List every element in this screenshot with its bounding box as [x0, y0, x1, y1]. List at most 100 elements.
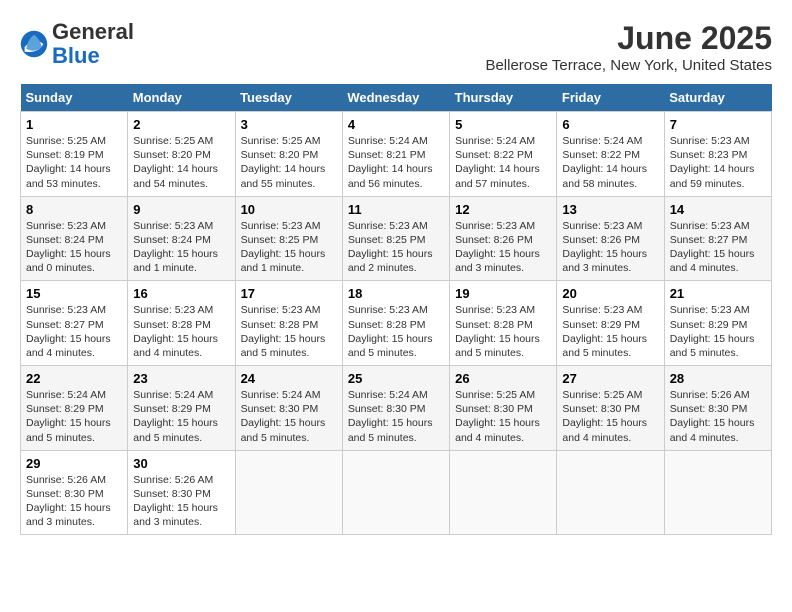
- day-cell: 10 Sunrise: 5:23 AM Sunset: 8:25 PM Dayli…: [235, 196, 342, 281]
- day-info: Sunrise: 5:23 AM Sunset: 8:26 PM Dayligh…: [455, 219, 551, 276]
- day-info: Sunrise: 5:23 AM Sunset: 8:27 PM Dayligh…: [670, 219, 766, 276]
- column-header-sunday: Sunday: [21, 84, 128, 112]
- day-info: Sunrise: 5:26 AM Sunset: 8:30 PM Dayligh…: [133, 473, 229, 530]
- day-cell: 29 Sunrise: 5:26 AM Sunset: 8:30 PM Dayli…: [21, 450, 128, 535]
- day-cell: 6 Sunrise: 5:24 AM Sunset: 8:22 PM Daylig…: [557, 112, 664, 197]
- day-info: Sunrise: 5:26 AM Sunset: 8:30 PM Dayligh…: [670, 388, 766, 445]
- day-number: 10: [241, 202, 337, 217]
- day-info: Sunrise: 5:23 AM Sunset: 8:25 PM Dayligh…: [348, 219, 444, 276]
- calendar-body: 1 Sunrise: 5:25 AM Sunset: 8:19 PM Daylig…: [21, 112, 772, 535]
- day-cell: 2 Sunrise: 5:25 AM Sunset: 8:20 PM Daylig…: [128, 112, 235, 197]
- day-cell: [235, 450, 342, 535]
- day-cell: [450, 450, 557, 535]
- day-cell: 19Sunrise: 5:23 AM Sunset: 8:28 PM Dayli…: [450, 281, 557, 366]
- day-info: Sunrise: 5:25 AM Sunset: 8:30 PM Dayligh…: [562, 388, 658, 445]
- day-cell: 13Sunrise: 5:23 AM Sunset: 8:26 PM Dayli…: [557, 196, 664, 281]
- day-cell: 18 Sunrise: 5:23 AM Sunset: 8:28 PM Dayli…: [342, 281, 449, 366]
- day-cell: 22Sunrise: 5:24 AM Sunset: 8:29 PM Dayli…: [21, 366, 128, 451]
- day-number: 18: [348, 286, 444, 301]
- calendar-table: SundayMondayTuesdayWednesdayThursdayFrid…: [20, 84, 772, 535]
- day-cell: 5 Sunrise: 5:24 AM Sunset: 8:22 PM Daylig…: [450, 112, 557, 197]
- day-number: 30: [133, 456, 229, 471]
- day-cell: 21 Sunrise: 5:23 AM Sunset: 8:29 PM Dayli…: [664, 281, 771, 366]
- day-info: Sunrise: 5:23 AM Sunset: 8:25 PM Dayligh…: [241, 219, 337, 276]
- day-cell: 25Sunrise: 5:24 AM Sunset: 8:30 PM Dayli…: [342, 366, 449, 451]
- day-info: Sunrise: 5:23 AM Sunset: 8:24 PM Dayligh…: [133, 219, 229, 276]
- day-cell: 16Sunrise: 5:23 AM Sunset: 8:28 PM Dayli…: [128, 281, 235, 366]
- day-info: Sunrise: 5:23 AM Sunset: 8:23 PM Dayligh…: [670, 134, 766, 191]
- month-title: June 2025: [485, 20, 772, 57]
- day-cell: 11 Sunrise: 5:23 AM Sunset: 8:25 PM Dayli…: [342, 196, 449, 281]
- day-number: 11: [348, 202, 444, 217]
- day-number: 14: [670, 202, 766, 217]
- day-info: Sunrise: 5:23 AM Sunset: 8:24 PM Dayligh…: [26, 219, 122, 276]
- day-cell: 12 Sunrise: 5:23 AM Sunset: 8:26 PM Dayli…: [450, 196, 557, 281]
- day-number: 17: [241, 286, 337, 301]
- week-row-3: 15Sunrise: 5:23 AM Sunset: 8:27 PM Dayli…: [21, 281, 772, 366]
- day-cell: 15Sunrise: 5:23 AM Sunset: 8:27 PM Dayli…: [21, 281, 128, 366]
- logo-icon: [20, 30, 48, 58]
- calendar-header-row: SundayMondayTuesdayWednesdayThursdayFrid…: [21, 84, 772, 112]
- column-header-friday: Friday: [557, 84, 664, 112]
- day-number: 9: [133, 202, 229, 217]
- week-row-1: 1 Sunrise: 5:25 AM Sunset: 8:19 PM Daylig…: [21, 112, 772, 197]
- day-number: 20: [562, 286, 658, 301]
- day-cell: [342, 450, 449, 535]
- day-info: Sunrise: 5:25 AM Sunset: 8:20 PM Dayligh…: [241, 134, 337, 191]
- day-cell: 24Sunrise: 5:24 AM Sunset: 8:30 PM Dayli…: [235, 366, 342, 451]
- column-header-wednesday: Wednesday: [342, 84, 449, 112]
- day-info: Sunrise: 5:24 AM Sunset: 8:22 PM Dayligh…: [455, 134, 551, 191]
- day-number: 22: [26, 371, 122, 386]
- day-info: Sunrise: 5:25 AM Sunset: 8:19 PM Dayligh…: [26, 134, 122, 191]
- day-number: 27: [562, 371, 658, 386]
- day-number: 2: [133, 117, 229, 132]
- day-info: Sunrise: 5:23 AM Sunset: 8:29 PM Dayligh…: [670, 303, 766, 360]
- day-info: Sunrise: 5:25 AM Sunset: 8:30 PM Dayligh…: [455, 388, 551, 445]
- day-number: 1: [26, 117, 122, 132]
- day-info: Sunrise: 5:23 AM Sunset: 8:28 PM Dayligh…: [455, 303, 551, 360]
- day-cell: [664, 450, 771, 535]
- day-number: 4: [348, 117, 444, 132]
- day-number: 16: [133, 286, 229, 301]
- day-number: 8: [26, 202, 122, 217]
- day-number: 6: [562, 117, 658, 132]
- column-header-monday: Monday: [128, 84, 235, 112]
- location-title: Bellerose Terrace, New York, United Stat…: [485, 57, 772, 74]
- title-block: June 2025 Bellerose Terrace, New York, U…: [485, 20, 772, 74]
- day-cell: 17Sunrise: 5:23 AM Sunset: 8:28 PM Dayli…: [235, 281, 342, 366]
- day-cell: 9 Sunrise: 5:23 AM Sunset: 8:24 PM Daylig…: [128, 196, 235, 281]
- day-cell: 7 Sunrise: 5:23 AM Sunset: 8:23 PM Daylig…: [664, 112, 771, 197]
- day-cell: 1 Sunrise: 5:25 AM Sunset: 8:19 PM Daylig…: [21, 112, 128, 197]
- logo: General Blue: [20, 20, 134, 68]
- day-info: Sunrise: 5:26 AM Sunset: 8:30 PM Dayligh…: [26, 473, 122, 530]
- day-cell: 27 Sunrise: 5:25 AM Sunset: 8:30 PM Dayli…: [557, 366, 664, 451]
- day-cell: 23 Sunrise: 5:24 AM Sunset: 8:29 PM Dayli…: [128, 366, 235, 451]
- day-number: 25: [348, 371, 444, 386]
- day-number: 15: [26, 286, 122, 301]
- day-info: Sunrise: 5:25 AM Sunset: 8:20 PM Dayligh…: [133, 134, 229, 191]
- day-info: Sunrise: 5:23 AM Sunset: 8:29 PM Dayligh…: [562, 303, 658, 360]
- week-row-5: 29 Sunrise: 5:26 AM Sunset: 8:30 PM Dayli…: [21, 450, 772, 535]
- day-number: 21: [670, 286, 766, 301]
- day-number: 24: [241, 371, 337, 386]
- day-cell: 26Sunrise: 5:25 AM Sunset: 8:30 PM Dayli…: [450, 366, 557, 451]
- day-cell: 4 Sunrise: 5:24 AM Sunset: 8:21 PM Daylig…: [342, 112, 449, 197]
- column-header-saturday: Saturday: [664, 84, 771, 112]
- page-header: General Blue June 2025 Bellerose Terrace…: [20, 20, 772, 74]
- day-info: Sunrise: 5:24 AM Sunset: 8:22 PM Dayligh…: [562, 134, 658, 191]
- day-info: Sunrise: 5:24 AM Sunset: 8:29 PM Dayligh…: [133, 388, 229, 445]
- day-number: 23: [133, 371, 229, 386]
- day-number: 3: [241, 117, 337, 132]
- day-number: 13: [562, 202, 658, 217]
- column-header-thursday: Thursday: [450, 84, 557, 112]
- day-cell: 20 Sunrise: 5:23 AM Sunset: 8:29 PM Dayli…: [557, 281, 664, 366]
- day-info: Sunrise: 5:23 AM Sunset: 8:28 PM Dayligh…: [348, 303, 444, 360]
- day-number: 28: [670, 371, 766, 386]
- day-number: 29: [26, 456, 122, 471]
- day-number: 12: [455, 202, 551, 217]
- day-info: Sunrise: 5:24 AM Sunset: 8:21 PM Dayligh…: [348, 134, 444, 191]
- day-number: 5: [455, 117, 551, 132]
- day-cell: 28 Sunrise: 5:26 AM Sunset: 8:30 PM Dayli…: [664, 366, 771, 451]
- week-row-2: 8 Sunrise: 5:23 AM Sunset: 8:24 PM Daylig…: [21, 196, 772, 281]
- day-number: 7: [670, 117, 766, 132]
